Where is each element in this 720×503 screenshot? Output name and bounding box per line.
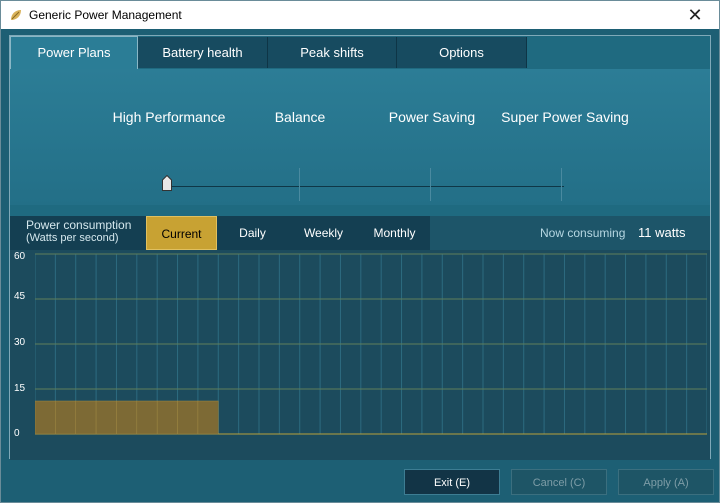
app-leaf-icon xyxy=(11,10,21,20)
y-tick-label: 60 xyxy=(14,251,26,262)
main-panel: Power Plans Battery health Peak shifts O… xyxy=(9,35,712,460)
period-tab-monthly[interactable]: Monthly xyxy=(359,216,430,250)
consumption-chart: 60 45 30 15 0 xyxy=(10,250,710,460)
consumption-bar xyxy=(177,400,199,435)
consumption-bar xyxy=(116,400,138,435)
consumption-bar xyxy=(156,400,178,435)
consumption-bar xyxy=(136,400,158,435)
y-tick-label: 0 xyxy=(14,428,20,439)
y-tick-label: 15 xyxy=(14,383,26,394)
cancel-button[interactable]: Cancel (C) xyxy=(511,469,607,495)
tab-bar: Power Plans Battery health Peak shifts O… xyxy=(10,36,712,69)
tab-power-plans[interactable]: Power Plans xyxy=(10,36,138,69)
now-consuming-label: Now consuming xyxy=(540,226,626,240)
y-tick-label: 45 xyxy=(14,291,26,302)
tab-peak-shifts[interactable]: Peak shifts xyxy=(268,37,397,68)
plan-label-super-power-saving: Super Power Saving xyxy=(501,109,629,125)
plan-label-high-performance: High Performance xyxy=(112,109,226,125)
now-consuming-value: 11 watts xyxy=(638,225,686,240)
now-consuming-area: Now consuming 11 watts xyxy=(430,216,710,250)
close-button[interactable]: ✕ xyxy=(675,3,715,27)
consumption-subtitle: (Watts per second) xyxy=(26,232,119,244)
consumption-bar xyxy=(35,400,56,435)
consumption-bar xyxy=(55,400,76,435)
slider-tick xyxy=(561,168,562,201)
consumption-label: Power consumption (Watts per second) xyxy=(26,219,131,245)
close-icon: ✕ xyxy=(687,5,703,25)
period-tab-daily[interactable]: Daily xyxy=(217,216,288,250)
consumption-bar xyxy=(75,400,97,435)
plan-slider-thumb[interactable] xyxy=(162,175,172,191)
plan-label-balance: Balance xyxy=(274,109,326,125)
consumption-header: Power consumption (Watts per second) Cur… xyxy=(10,216,710,250)
consumption-bar xyxy=(197,400,219,435)
consumption-bar xyxy=(95,400,117,435)
title-bar: Generic Power Management ✕ xyxy=(1,1,719,29)
app-window: Generic Power Management ✕ Power Plans B… xyxy=(0,0,720,503)
exit-button[interactable]: Exit (E) xyxy=(404,469,500,495)
chart-plot xyxy=(35,253,707,435)
slider-tick xyxy=(430,168,431,201)
consumption-title: Power consumption xyxy=(26,218,132,232)
period-tab-weekly[interactable]: Weekly xyxy=(288,216,359,250)
tab-battery-health[interactable]: Battery health xyxy=(138,37,268,68)
apply-button[interactable]: Apply (A) xyxy=(618,469,714,495)
y-tick-label: 30 xyxy=(14,337,26,348)
plan-label-power-saving: Power Saving xyxy=(388,109,476,125)
plan-slider-track[interactable] xyxy=(170,186,564,187)
window-title: Generic Power Management xyxy=(29,8,182,22)
tab-options[interactable]: Options xyxy=(397,37,527,68)
slider-tick xyxy=(299,168,300,201)
period-tab-current[interactable]: Current xyxy=(146,216,217,250)
power-plans-panel: High Performance Balance Power Saving Su… xyxy=(10,69,710,205)
